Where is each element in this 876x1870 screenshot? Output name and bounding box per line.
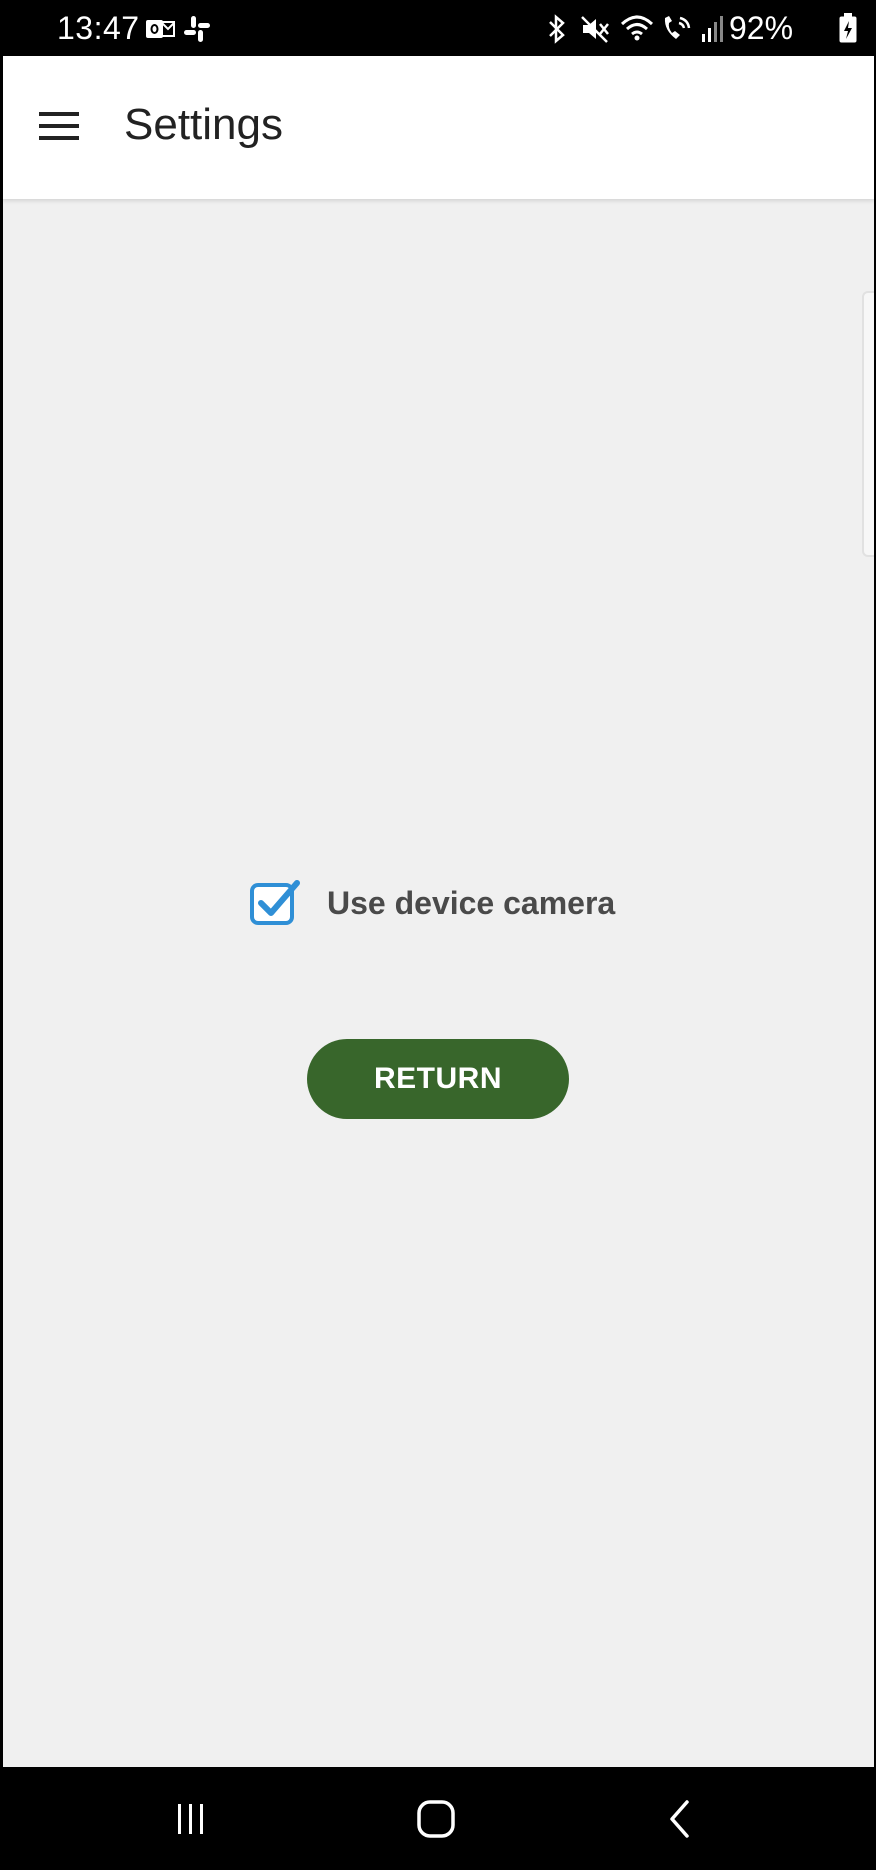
- recent-apps-button[interactable]: [131, 1767, 251, 1870]
- status-left-icons: [144, 14, 212, 49]
- battery-icon: [839, 13, 857, 43]
- wifi-icon: [620, 15, 654, 41]
- use-device-camera-checkbox[interactable]: [249, 879, 305, 927]
- back-icon: [670, 1799, 689, 1838]
- scroll-indicator[interactable]: [862, 291, 874, 557]
- home-icon: [417, 1799, 455, 1838]
- page-title: Settings: [124, 100, 283, 149]
- status-time: 13:47: [57, 10, 140, 46]
- battery-percent: 92%: [729, 10, 794, 46]
- status-right-icons: 92%: [546, 8, 876, 52]
- home-button[interactable]: [376, 1767, 496, 1870]
- settings-content[interactable]: Use device camera RETURN: [3, 199, 874, 1767]
- use-device-camera-label: Use device camera: [327, 884, 616, 921]
- signal-icon: [702, 16, 723, 42]
- status-bar: 13:47 92%: [0, 0, 876, 60]
- wifi-calling-icon: [664, 16, 691, 39]
- use-device-camera-option[interactable]: Use device camera: [249, 879, 615, 927]
- bluetooth-icon: [549, 14, 565, 44]
- return-button[interactable]: RETURN: [307, 1039, 569, 1119]
- outlook-icon: [144, 14, 176, 49]
- recent-apps-icon: [178, 1803, 203, 1834]
- back-button[interactable]: [620, 1767, 740, 1870]
- phone-screen: 13:47 92% Settings Use device camera RET…: [0, 0, 876, 1870]
- navigation-bar: [0, 1767, 876, 1870]
- hamburger-menu-icon[interactable]: [35, 104, 83, 148]
- mute-icon: [581, 16, 609, 43]
- slack-icon: [182, 14, 212, 49]
